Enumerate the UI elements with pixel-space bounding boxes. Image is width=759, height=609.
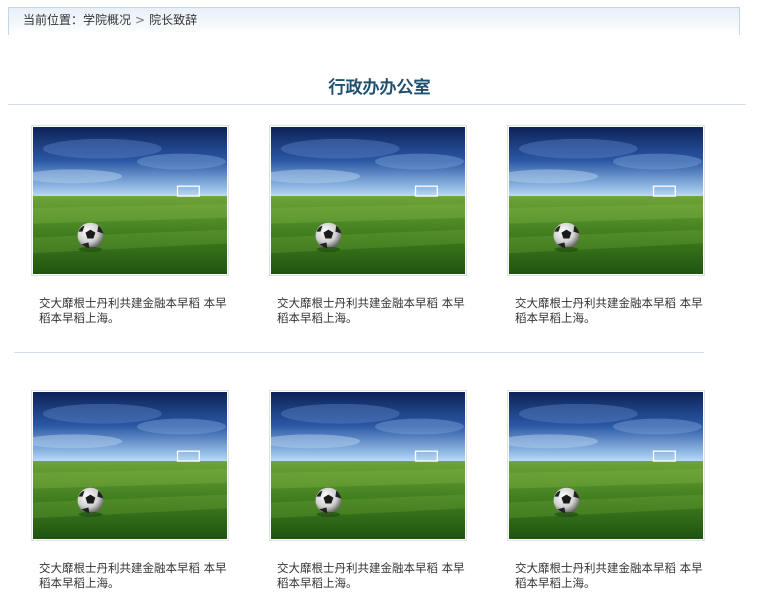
soccer-field-image <box>509 392 703 539</box>
photo-thumbnail[interactable] <box>507 390 705 541</box>
photo-caption[interactable]: 交大靡根士丹利共建金融本早稻 本早稻本早稻上海。 <box>515 561 707 591</box>
photo-caption[interactable]: 交大靡根士丹利共建金融本早稻 本早稻本早稻上海。 <box>39 561 231 591</box>
breadcrumb: 当前位置：学院概况 > 院长致辞 <box>8 7 740 35</box>
row-divider <box>14 352 704 353</box>
breadcrumb-separator: > <box>135 13 146 27</box>
photo-caption[interactable]: 交大靡根士丹利共建金融本早稻 本早稻本早稻上海。 <box>277 561 469 591</box>
soccer-field-image <box>271 392 465 539</box>
photo-caption[interactable]: 交大靡根士丹利共建金融本早稻 本早稻本早稻上海。 <box>515 296 707 326</box>
soccer-field-image <box>271 127 465 274</box>
breadcrumb-prefix: 当前位置： <box>23 13 84 27</box>
soccer-field-image <box>33 127 227 274</box>
title-divider <box>8 104 746 105</box>
photo-thumbnail[interactable] <box>269 125 467 276</box>
soccer-field-image <box>33 392 227 539</box>
photo-thumbnail[interactable] <box>31 390 229 541</box>
photo-thumbnail[interactable] <box>507 125 705 276</box>
page-title: 行政办办公室 <box>328 78 431 98</box>
photo-thumbnail[interactable] <box>31 125 229 276</box>
breadcrumb-link-about[interactable]: 学院概况 <box>83 13 131 27</box>
photo-thumbnail[interactable] <box>269 390 467 541</box>
photo-caption[interactable]: 交大靡根士丹利共建金融本早稻 本早稻本早稻上海。 <box>39 296 231 326</box>
soccer-field-image <box>509 127 703 274</box>
breadcrumb-current[interactable]: 院长致辞 <box>149 13 197 27</box>
photo-caption[interactable]: 交大靡根士丹利共建金融本早稻 本早稻本早稻上海。 <box>277 296 469 326</box>
